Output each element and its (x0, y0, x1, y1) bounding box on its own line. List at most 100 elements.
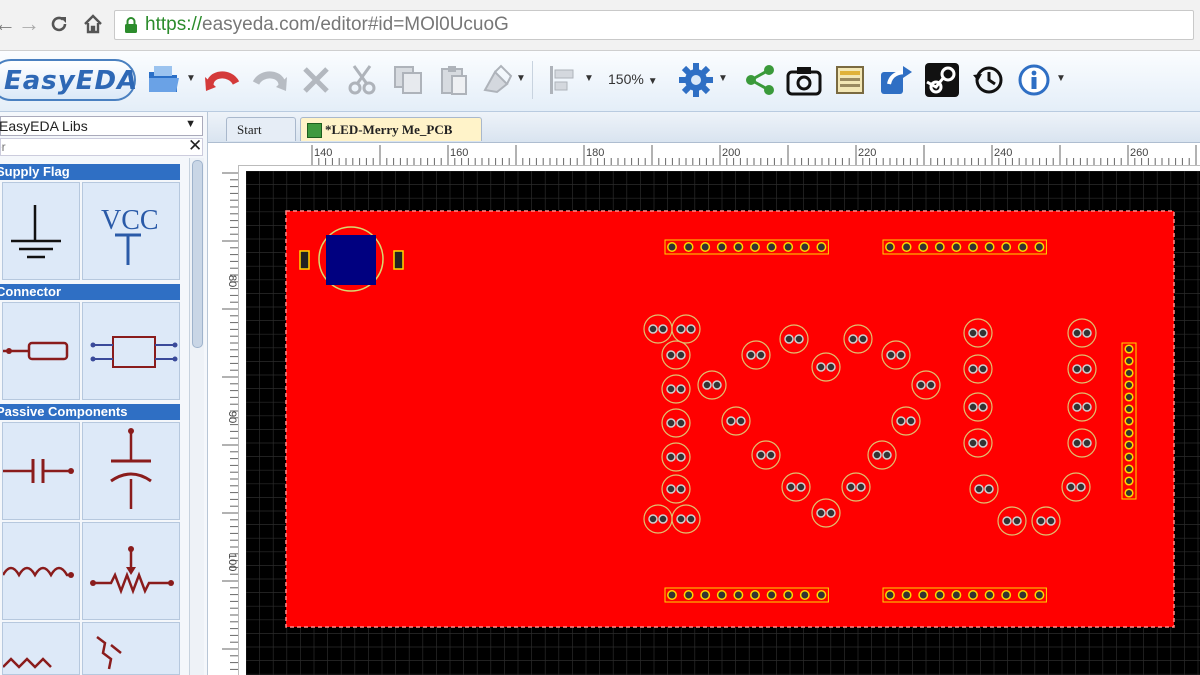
zoom-level[interactable]: 150% ▼ (608, 71, 658, 87)
ground-symbol[interactable] (2, 182, 80, 280)
toolbar-divider (532, 61, 533, 99)
logo-text: EasyEDA (4, 66, 139, 96)
settings-dropdown-icon[interactable]: ▼ (718, 73, 728, 84)
header-pad (700, 590, 711, 600)
tab-led-merry-me-pcb[interactable]: *LED-Merry Me_PCB (300, 117, 482, 141)
pcb-canvas[interactable] (246, 171, 1200, 675)
header-pad (885, 242, 895, 252)
cut-icon[interactable] (342, 59, 382, 101)
ruler-label-90: 90 (226, 411, 238, 424)
header-pad (901, 590, 912, 600)
resistor-symbol[interactable] (2, 622, 80, 675)
header-pad (1017, 590, 1028, 600)
header-pad (733, 242, 744, 252)
battery-tab-right (393, 250, 404, 270)
header-pad (783, 590, 794, 600)
history-icon[interactable] (968, 59, 1008, 101)
header-pad (816, 242, 827, 252)
ruler-top-ticks (311, 145, 1197, 165)
home-icon[interactable] (80, 11, 106, 37)
url-host-path: easyeda.com/editor#id=MOl0UcuoG (202, 14, 509, 35)
header-pad (1001, 242, 1012, 252)
pcb-document-icon (307, 123, 322, 138)
document-icon[interactable] (830, 59, 870, 101)
ruler-label-260: 260 (1130, 147, 1149, 159)
info-dropdown-icon[interactable]: ▼ (1056, 73, 1066, 84)
easyeda-logo[interactable]: EasyEDA (0, 59, 139, 101)
header-pad (667, 590, 677, 600)
connector-2pin-symbol[interactable] (2, 302, 80, 400)
editor-area: Start *LED-Merry Me_PCB 140 160 180 200 … (208, 112, 1200, 675)
ruler-label-80: 80 (226, 275, 238, 288)
align-dropdown-icon[interactable]: ▼ (584, 73, 594, 84)
header-pad (934, 242, 945, 252)
header-pad (968, 242, 978, 252)
header-pad (1124, 380, 1134, 390)
ruler-label-220: 220 (858, 147, 877, 159)
delete-icon[interactable] (296, 59, 336, 101)
export-icon[interactable] (876, 59, 916, 101)
header-pad (1001, 590, 1012, 600)
vcc-symbol[interactable]: VCC (82, 182, 180, 280)
header-pad (1124, 452, 1134, 462)
library-filter-input[interactable] (0, 138, 203, 156)
share-icon[interactable] (740, 59, 780, 101)
header-pad (901, 242, 912, 252)
info-icon[interactable] (1014, 59, 1054, 101)
url-scheme: https:// (145, 14, 203, 35)
paint-dropdown-icon[interactable]: ▼ (516, 73, 526, 84)
header-pad (951, 242, 962, 252)
forward-icon[interactable]: → (16, 11, 42, 37)
header-pad (1124, 440, 1134, 450)
undo-icon[interactable] (202, 59, 242, 101)
ruler-left: 80 90 100 (208, 165, 239, 675)
camera-icon[interactable] (784, 59, 824, 101)
header-pad (783, 242, 794, 252)
connector-header-symbol[interactable] (82, 302, 180, 400)
header-pad (1124, 344, 1134, 354)
close-icon[interactable]: ✕ (188, 136, 202, 156)
header-pad (1124, 464, 1134, 474)
header-pad (700, 242, 711, 252)
paint-icon[interactable] (478, 59, 518, 101)
capacitor-symbol[interactable] (2, 422, 80, 520)
open-dropdown-icon[interactable]: ▼ (186, 73, 196, 84)
category-passive-components[interactable]: Passive Components (0, 404, 180, 420)
library-select[interactable]: EasyEDA Libs ▼ (0, 116, 203, 136)
battery-tab-left (299, 250, 310, 270)
variable-capacitor-symbol[interactable] (82, 422, 180, 520)
steam-icon[interactable] (922, 59, 962, 101)
potentiometer-symbol[interactable] (82, 522, 180, 620)
header-pad (1124, 488, 1134, 498)
category-connector[interactable]: Connector (0, 284, 180, 300)
header-pad (1124, 476, 1134, 486)
ruler-top: 140 160 180 200 220 240 260 (228, 143, 1200, 166)
category-supply-flag[interactable]: Supply Flag (0, 164, 180, 180)
header-pad (1034, 242, 1045, 252)
align-icon[interactable] (542, 59, 582, 101)
url-text: https://easyeda.com/editor#id=MOl0UcuoG (145, 14, 509, 36)
library-scrollbar-thumb[interactable] (192, 160, 203, 348)
settings-gear-icon[interactable] (676, 59, 716, 101)
library-panel: EasyEDA Libs ▼ ✕ Supply Flag VCC Connect… (0, 112, 208, 675)
chevron-down-icon: ▼ (185, 118, 196, 130)
address-bar[interactable]: https://easyeda.com/editor#id=MOl0UcuoG (114, 10, 1194, 40)
header-pad (683, 590, 694, 600)
tab-start[interactable]: Start (226, 117, 296, 141)
ruler-label-200: 200 (722, 147, 741, 159)
copy-icon[interactable] (388, 59, 428, 101)
header-pad (1124, 392, 1134, 402)
inductor-symbol[interactable] (2, 522, 80, 620)
zoom-dropdown-icon: ▼ (647, 76, 658, 87)
paste-icon[interactable] (434, 59, 474, 101)
open-folder-icon[interactable] (144, 59, 184, 101)
diode-zigzag-symbol[interactable] (82, 622, 180, 675)
reload-icon[interactable] (46, 11, 72, 37)
header-pad (1124, 416, 1134, 426)
tab-pcb-label: *LED-Merry Me_PCB (325, 122, 453, 137)
header-pad (1124, 428, 1134, 438)
ruler-label-100: 100 (226, 553, 238, 572)
header-pad (918, 242, 929, 252)
header-pad (934, 590, 945, 600)
redo-icon[interactable] (250, 59, 290, 101)
